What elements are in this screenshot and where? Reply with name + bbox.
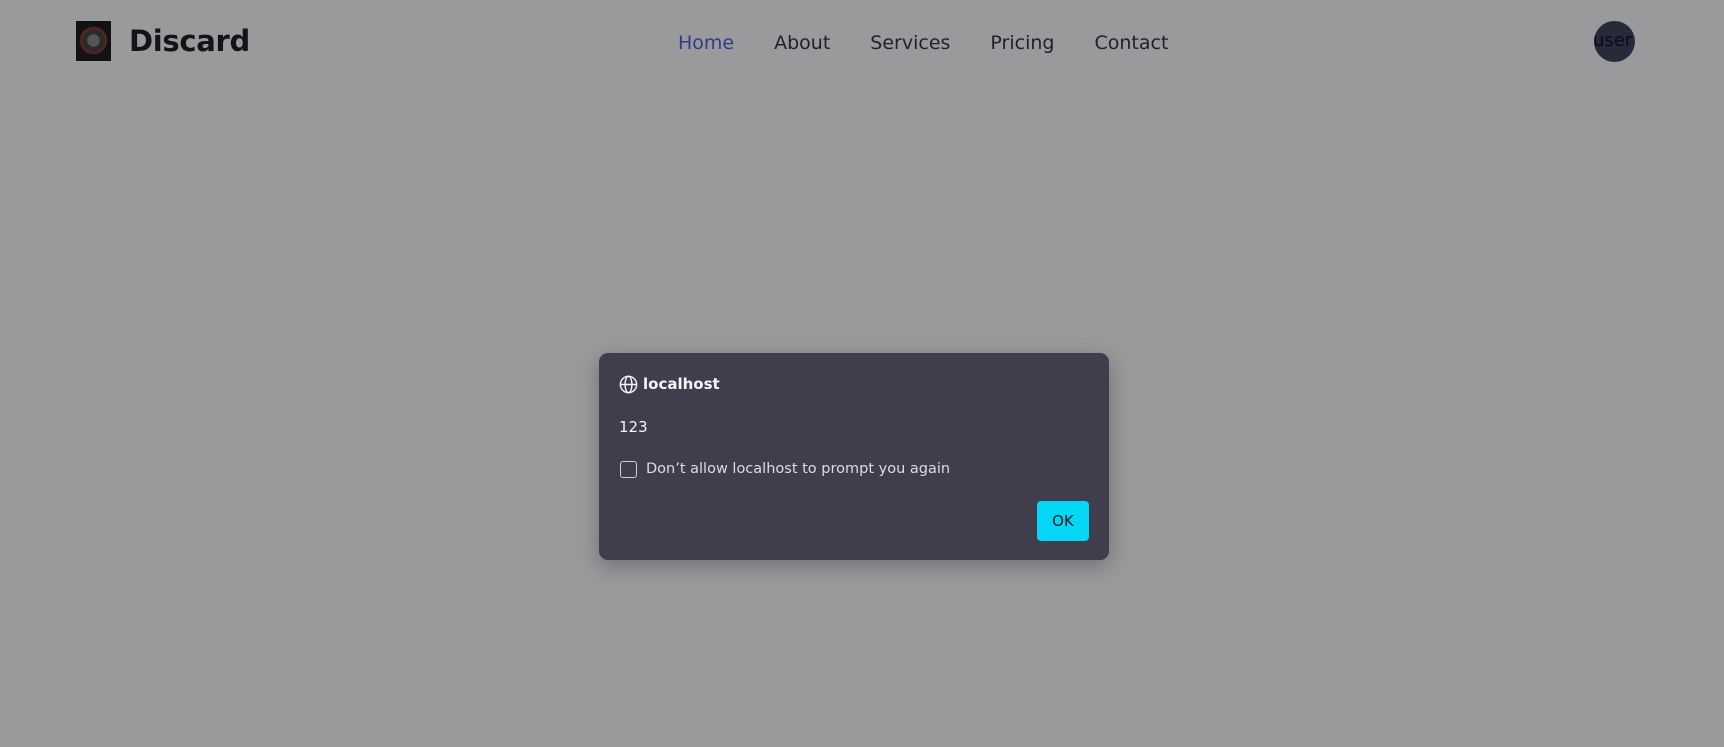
nav-about-link[interactable]: About — [774, 29, 830, 57]
brand-logo[interactable] — [76, 21, 111, 61]
prompt-dialog: localhost 123 Don’t allow localhost to p… — [599, 353, 1109, 560]
nav-home-link[interactable]: Home — [678, 29, 734, 57]
globe-icon — [619, 375, 638, 393]
suppress-prompt-label: Don’t allow localhost to prompt you agai… — [646, 461, 951, 477]
top-navbar: Discard Home About Services Pricing Cont… — [0, 0, 1724, 86]
suppress-prompt-option[interactable]: Don’t allow localhost to prompt you agai… — [619, 458, 950, 480]
nav-pricing-link[interactable]: Pricing — [990, 29, 1054, 57]
suppress-prompt-checkbox[interactable] — [620, 460, 637, 478]
ok-button[interactable]: OK — [1037, 501, 1089, 541]
logo-emblem-icon — [79, 26, 108, 55]
dialog-origin: localhost — [643, 375, 720, 393]
nav-services-link[interactable]: Services — [870, 29, 950, 57]
user-avatar[interactable]: user — [1594, 21, 1635, 62]
dialog-header: localhost — [619, 373, 720, 395]
brand-name[interactable]: Discard — [129, 22, 250, 60]
main-nav: Home About Services Pricing Contact — [678, 29, 1168, 57]
nav-contact-link[interactable]: Contact — [1094, 29, 1168, 57]
dialog-message: 123 — [619, 418, 648, 436]
user-avatar-label: user — [1594, 30, 1633, 51]
